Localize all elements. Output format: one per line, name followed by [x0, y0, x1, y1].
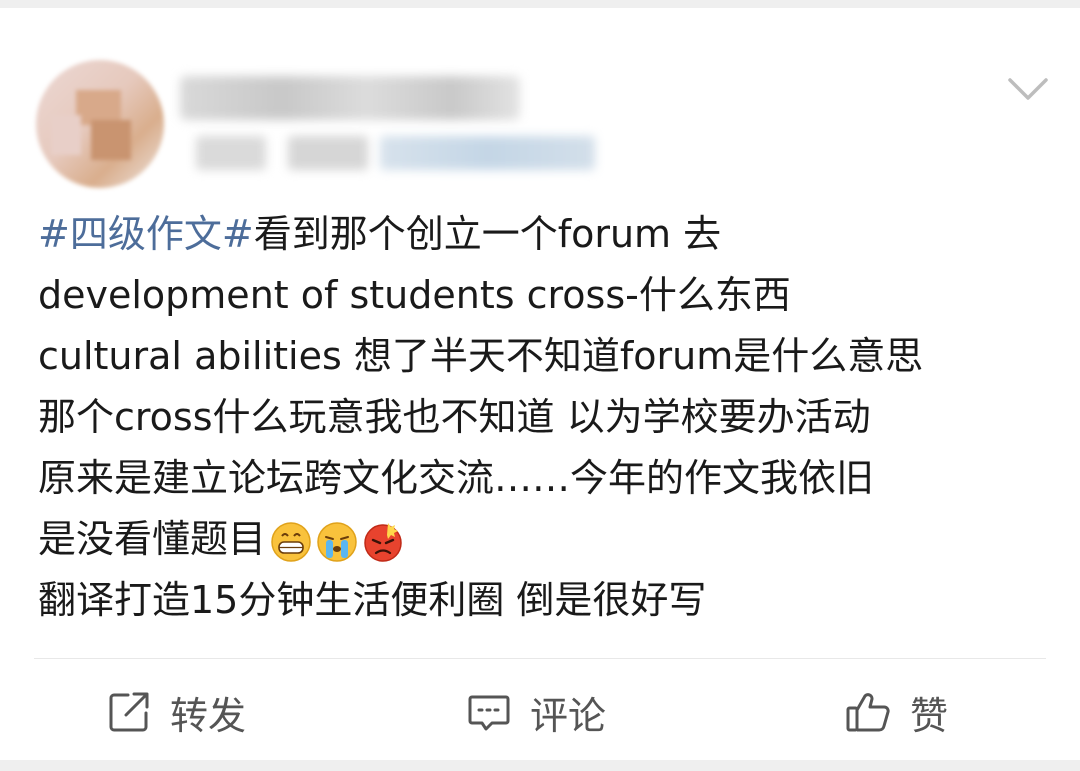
- grinning-face-icon: [271, 521, 311, 562]
- comment-label: 评论: [530, 693, 607, 738]
- comment-icon: [468, 695, 510, 731]
- text-segment: 是没看懂题目: [38, 517, 267, 561]
- text-line-2: development of students cross-什么东西: [38, 273, 791, 317]
- text-line-5: 原来是建立论坛跨文化交流……今年的作文我依旧: [38, 456, 875, 500]
- like-button[interactable]: 赞: [844, 684, 948, 740]
- username-blurred[interactable]: [180, 76, 520, 120]
- text-line-7: 翻译打造15分钟生活便利圈 倒是很好写: [38, 578, 707, 622]
- repost-button[interactable]: 转发: [106, 684, 246, 740]
- like-label: 赞: [910, 693, 949, 738]
- comment-button[interactable]: 评论: [466, 684, 606, 740]
- divider: [34, 658, 1046, 659]
- repost-icon: [109, 692, 149, 732]
- post-card: #四级作文#看到那个创立一个forum 去 development of stu…: [0, 8, 1080, 760]
- emoji-group: [270, 521, 404, 563]
- text-line-1: #四级作文#看到那个创立一个forum 去: [38, 204, 1058, 265]
- repost-label: 转发: [170, 693, 247, 738]
- crying-face-icon: [317, 521, 357, 562]
- avatar[interactable]: [36, 60, 164, 188]
- text-line-3: cultural abilities 想了半天不知道forum是什么意思: [38, 334, 924, 378]
- chevron-down-icon[interactable]: [1004, 70, 1052, 110]
- thumbs-up-icon: [846, 693, 890, 732]
- post-time-blurred: [196, 136, 266, 170]
- text-line-6: 是没看懂题目: [38, 509, 1058, 570]
- hashtag-link[interactable]: #四级作文#: [38, 212, 254, 256]
- text-segment: 看到那个创立一个forum 去: [253, 212, 722, 256]
- text-line-4: 那个cross什么玩意我也不知道 以为学校要办活动: [38, 395, 871, 439]
- post-text: #四级作文#看到那个创立一个forum 去 development of stu…: [38, 204, 1058, 631]
- angry-face-icon: [364, 522, 402, 562]
- post-source-blurred: [380, 136, 595, 170]
- post-date-blurred: [288, 136, 368, 170]
